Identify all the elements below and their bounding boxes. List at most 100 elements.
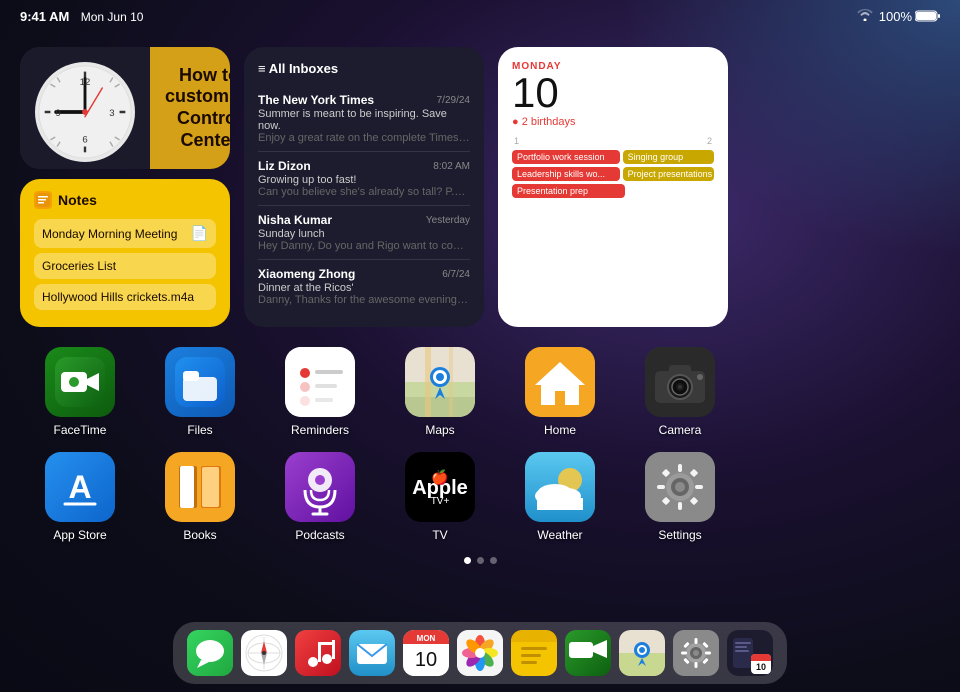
cal-event-row-2: Leadership skills wo... Project presenta… (512, 167, 714, 181)
maps-label: Maps (425, 423, 454, 437)
app-camera[interactable]: Camera (620, 347, 740, 437)
home-icon (525, 347, 595, 417)
mail-dock-icon (349, 630, 395, 676)
home-label: Home (544, 423, 576, 437)
app-podcasts[interactable]: Podcasts (260, 452, 380, 542)
mail-time-0: 7/29/24 (437, 95, 470, 106)
page-dot-1[interactable] (477, 557, 484, 564)
notes-item-text-2: Hollywood Hills crickets.m4a (42, 290, 194, 304)
clock-svg: 12 3 6 9 (37, 64, 133, 160)
mail-subject-0: Summer is meant to be inspiring. Save no… (258, 108, 470, 132)
calendar-widget[interactable]: MONDAY 10 ● 2 birthdays 1 2 Portfolio wo… (498, 47, 728, 327)
facetime-dock-icon (565, 630, 611, 676)
dock-facetime[interactable] (563, 628, 613, 678)
svg-text:🍎: 🍎 (431, 468, 448, 486)
notes-item-0[interactable]: Monday Morning Meeting 📄 (34, 219, 216, 248)
app-books[interactable]: Books (140, 452, 260, 542)
page-dot-2[interactable] (490, 557, 497, 564)
dock-maps[interactable] (617, 628, 667, 678)
appstore-label: App Store (53, 528, 106, 542)
mail-sender-1: Liz Dizon (258, 159, 311, 173)
page-dot-0[interactable] (464, 557, 471, 564)
clock-widget[interactable]: 12 3 6 9 (20, 47, 150, 169)
mail-subject-2: Sunday lunch (258, 228, 470, 240)
mail-time-3: 6/7/24 (442, 269, 470, 280)
app-tv[interactable]: Apple 🍎 TV+ TV (380, 452, 500, 542)
svg-text:12: 12 (80, 77, 91, 88)
status-time: 9:41 AM (20, 9, 69, 24)
mail-preview-1: Can you believe she's already so tall? P… (258, 186, 470, 198)
books-icon (165, 452, 235, 522)
mail-item-2[interactable]: Nisha Kumar Yesterday Sunday lunch Hey D… (258, 206, 470, 260)
app-settings[interactable]: Settings (620, 452, 740, 542)
reminders-label: Reminders (291, 423, 349, 437)
svg-text:9: 9 (55, 108, 60, 119)
dock-photos[interactable] (455, 628, 505, 678)
notes-dock-icon (511, 630, 557, 676)
widgets-row: 12 3 6 9 How to customize Control Center (20, 47, 940, 327)
status-date: Mon Jun 10 (81, 10, 144, 24)
dock-messages[interactable] (185, 628, 235, 678)
app-appstore[interactable]: A App Store (20, 452, 140, 542)
mail-item-0[interactable]: The New York Times 7/29/24 Summer is mea… (258, 86, 470, 152)
app-files[interactable]: Files (140, 347, 260, 437)
cal-col-1: 1 (514, 136, 519, 146)
cal-event-leadership: Leadership skills wo... (512, 167, 620, 181)
podcasts-icon (285, 452, 355, 522)
clock-face: 12 3 6 9 (35, 62, 135, 162)
camera-icon (645, 347, 715, 417)
mail-item-1[interactable]: Liz Dizon 8:02 AM Growing up too fast! C… (258, 152, 470, 206)
app-reminders[interactable]: Reminders (260, 347, 380, 437)
photos-dock-icon (457, 630, 503, 676)
facetime-icon (45, 347, 115, 417)
svg-text:A: A (68, 469, 91, 505)
reminders-icon (285, 347, 355, 417)
dock-safari[interactable] (239, 628, 289, 678)
app-weather[interactable]: Weather (500, 452, 620, 542)
safari-dock-icon (241, 630, 287, 676)
main-content: 12 3 6 9 How to customize Control Center (0, 32, 960, 622)
dock-reminder-cal[interactable]: 10 (725, 628, 775, 678)
mail-item-3[interactable]: Xiaomeng Zhong 6/7/24 Dinner at the Rico… (258, 260, 470, 313)
control-center-text: How to customize Control Center (165, 65, 230, 151)
notes-item-2[interactable]: Hollywood Hills crickets.m4a (34, 284, 216, 310)
dock-notes[interactable] (509, 628, 559, 678)
mail-preview-3: Danny, Thanks for the awesome evening! I… (258, 294, 470, 306)
settings-dock-icon (673, 630, 719, 676)
cal-event-portfolio: Portfolio work session (512, 150, 620, 164)
cal-event-row-3: Presentation prep (512, 184, 714, 198)
app-maps[interactable]: Maps (380, 347, 500, 437)
settings-label: Settings (658, 528, 701, 542)
tv-label: TV (432, 528, 447, 542)
mail-preview-2: Hey Danny, Do you and Rigo want to come … (258, 240, 470, 252)
notes-item-1[interactable]: Groceries List (34, 253, 216, 279)
app-facetime[interactable]: FaceTime (20, 347, 140, 437)
control-center-widget[interactable]: How to customize Control Center (150, 47, 230, 169)
cal-event-row-1: Portfolio work session Singing group (512, 150, 714, 164)
dock-settings[interactable] (671, 628, 721, 678)
cal-event-singing: Singing group (623, 150, 714, 164)
svg-text:10: 10 (415, 649, 437, 671)
files-label: Files (187, 423, 212, 437)
mail-subject-1: Growing up too fast! (258, 174, 470, 186)
cal-date: 10 (512, 72, 714, 114)
settings-icon (645, 452, 715, 522)
dock-calendar[interactable]: MON 10 (401, 628, 451, 678)
notes-widget[interactable]: Notes Monday Morning Meeting 📄 Groceries… (20, 179, 230, 327)
cal-birthdays: ● 2 birthdays (512, 116, 714, 128)
appstore-icon: A (45, 452, 115, 522)
mail-widget[interactable]: ≡ All Inboxes The New York Times 7/29/24… (244, 47, 484, 327)
app-home[interactable]: Home (500, 347, 620, 437)
notes-item-icon-0: 📄 (191, 225, 208, 242)
status-bar: 9:41 AM Mon Jun 10 100% (0, 0, 960, 32)
app-row-2: A App Store Books (20, 452, 940, 542)
weather-icon (525, 452, 595, 522)
svg-text:MON: MON (417, 634, 436, 643)
clock-control-widget[interactable]: 12 3 6 9 How to customize Control Center (20, 47, 230, 169)
battery-percent: 100% (879, 9, 912, 24)
dock-music[interactable] (293, 628, 343, 678)
app-row-1: FaceTime Files (20, 347, 940, 437)
dock-mail[interactable] (347, 628, 397, 678)
wifi-icon (857, 9, 873, 24)
calendar-dock-icon: MON 10 (403, 630, 449, 676)
